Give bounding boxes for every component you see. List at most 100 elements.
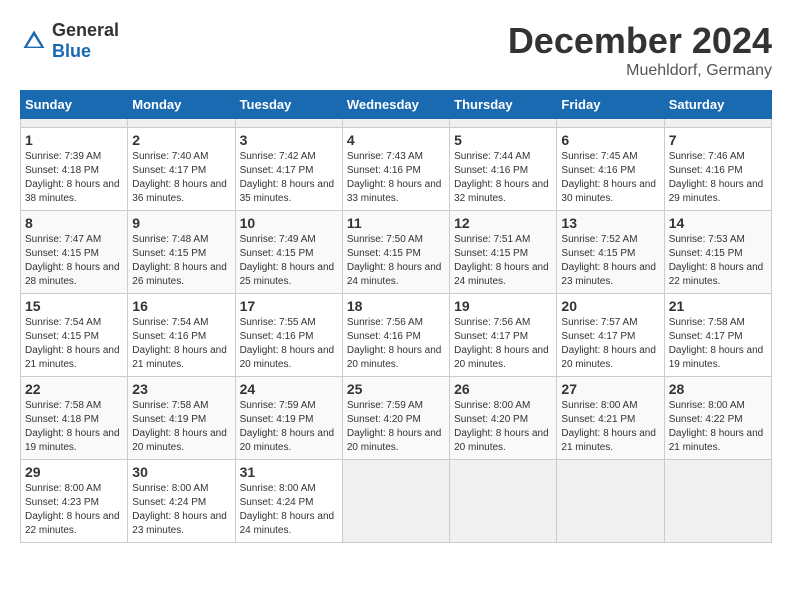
calendar-header: SundayMondayTuesdayWednesdayThursdayFrid…	[21, 91, 772, 119]
day-cell: 5Sunrise: 7:44 AM Sunset: 4:16 PM Daylig…	[450, 128, 557, 211]
day-cell: 19Sunrise: 7:56 AM Sunset: 4:17 PM Dayli…	[450, 294, 557, 377]
day-info: Sunrise: 8:00 AM Sunset: 4:20 PM Dayligh…	[454, 399, 552, 455]
day-info: Sunrise: 7:43 AM Sunset: 4:16 PM Dayligh…	[347, 150, 445, 206]
day-number: 23	[132, 381, 230, 397]
day-info: Sunrise: 7:56 AM Sunset: 4:16 PM Dayligh…	[347, 316, 445, 372]
logo-icon	[20, 27, 48, 55]
week-row-5: 29 Sunrise: 8:00 AM Sunset: 4:23 PM Dayli…	[21, 460, 772, 543]
day-number: 18	[347, 298, 445, 314]
day-number: 19	[454, 298, 552, 314]
day-cell: 13Sunrise: 7:52 AM Sunset: 4:15 PM Dayli…	[557, 211, 664, 294]
month-title: December 2024	[508, 20, 772, 62]
day-number: 17	[240, 298, 338, 314]
day-number: 24	[240, 381, 338, 397]
day-number: 7	[669, 132, 767, 148]
day-cell: 30 Sunrise: 8:00 AM Sunset: 4:24 PM Dayli…	[128, 460, 235, 543]
day-cell: 29 Sunrise: 8:00 AM Sunset: 4:23 PM Dayli…	[21, 460, 128, 543]
col-header-thursday: Thursday	[450, 91, 557, 119]
page-header: General Blue December 2024 Muehldorf, Ge…	[20, 20, 772, 80]
day-number: 15	[25, 298, 123, 314]
day-info: Sunrise: 8:00 AM Sunset: 4:24 PM Dayligh…	[240, 482, 338, 538]
day-number: 1	[25, 132, 123, 148]
day-cell	[557, 460, 664, 543]
day-cell: 10Sunrise: 7:49 AM Sunset: 4:15 PM Dayli…	[235, 211, 342, 294]
day-info: Sunrise: 7:59 AM Sunset: 4:19 PM Dayligh…	[240, 399, 338, 455]
day-cell: 2 Sunrise: 7:40 AM Sunset: 4:17 PM Daylig…	[128, 128, 235, 211]
day-info: Sunrise: 7:58 AM Sunset: 4:17 PM Dayligh…	[669, 316, 767, 372]
day-cell: 18 Sunrise: 7:56 AM Sunset: 4:16 PM Dayli…	[342, 294, 449, 377]
day-cell: 21 Sunrise: 7:58 AM Sunset: 4:17 PM Dayli…	[664, 294, 771, 377]
day-cell: 14 Sunrise: 7:53 AM Sunset: 4:15 PM Dayli…	[664, 211, 771, 294]
day-number: 29	[25, 464, 123, 480]
day-number: 8	[25, 215, 123, 231]
week-row-0	[21, 119, 772, 128]
day-info: Sunrise: 8:00 AM Sunset: 4:22 PM Dayligh…	[669, 399, 767, 455]
day-cell	[235, 119, 342, 128]
day-info: Sunrise: 7:42 AM Sunset: 4:17 PM Dayligh…	[240, 150, 338, 206]
day-number: 4	[347, 132, 445, 148]
day-cell: 24 Sunrise: 7:59 AM Sunset: 4:19 PM Dayli…	[235, 377, 342, 460]
day-info: Sunrise: 8:00 AM Sunset: 4:24 PM Dayligh…	[132, 482, 230, 538]
day-info: Sunrise: 7:45 AM Sunset: 4:16 PM Dayligh…	[561, 150, 659, 206]
calendar-table: SundayMondayTuesdayWednesdayThursdayFrid…	[20, 90, 772, 543]
week-row-4: 22Sunrise: 7:58 AM Sunset: 4:18 PM Dayli…	[21, 377, 772, 460]
day-cell: 3 Sunrise: 7:42 AM Sunset: 4:17 PM Daylig…	[235, 128, 342, 211]
day-info: Sunrise: 7:40 AM Sunset: 4:17 PM Dayligh…	[132, 150, 230, 206]
day-number: 9	[132, 215, 230, 231]
day-cell	[664, 460, 771, 543]
day-number: 14	[669, 215, 767, 231]
col-header-friday: Friday	[557, 91, 664, 119]
location: Muehldorf, Germany	[508, 62, 772, 80]
day-number: 28	[669, 381, 767, 397]
col-header-wednesday: Wednesday	[342, 91, 449, 119]
day-cell: 27Sunrise: 8:00 AM Sunset: 4:21 PM Dayli…	[557, 377, 664, 460]
day-cell: 26 Sunrise: 8:00 AM Sunset: 4:20 PM Dayli…	[450, 377, 557, 460]
day-info: Sunrise: 7:55 AM Sunset: 4:16 PM Dayligh…	[240, 316, 338, 372]
day-cell: 6Sunrise: 7:45 AM Sunset: 4:16 PM Daylig…	[557, 128, 664, 211]
logo-blue: Blue	[52, 41, 91, 61]
day-info: Sunrise: 8:00 AM Sunset: 4:21 PM Dayligh…	[561, 399, 659, 455]
day-cell: 12Sunrise: 7:51 AM Sunset: 4:15 PM Dayli…	[450, 211, 557, 294]
calendar-body: 1Sunrise: 7:39 AM Sunset: 4:18 PM Daylig…	[21, 119, 772, 543]
col-header-sunday: Sunday	[21, 91, 128, 119]
day-number: 16	[132, 298, 230, 314]
header-row: SundayMondayTuesdayWednesdayThursdayFrid…	[21, 91, 772, 119]
day-number: 5	[454, 132, 552, 148]
day-info: Sunrise: 7:48 AM Sunset: 4:15 PM Dayligh…	[132, 233, 230, 289]
col-header-monday: Monday	[128, 91, 235, 119]
day-number: 2	[132, 132, 230, 148]
day-info: Sunrise: 8:00 AM Sunset: 4:23 PM Dayligh…	[25, 482, 123, 538]
day-number: 22	[25, 381, 123, 397]
day-cell	[342, 119, 449, 128]
day-cell	[21, 119, 128, 128]
day-cell	[557, 119, 664, 128]
day-cell: 11 Sunrise: 7:50 AM Sunset: 4:15 PM Dayli…	[342, 211, 449, 294]
week-row-1: 1Sunrise: 7:39 AM Sunset: 4:18 PM Daylig…	[21, 128, 772, 211]
day-number: 21	[669, 298, 767, 314]
day-info: Sunrise: 7:57 AM Sunset: 4:17 PM Dayligh…	[561, 316, 659, 372]
day-info: Sunrise: 7:47 AM Sunset: 4:15 PM Dayligh…	[25, 233, 123, 289]
day-info: Sunrise: 7:50 AM Sunset: 4:15 PM Dayligh…	[347, 233, 445, 289]
day-info: Sunrise: 7:59 AM Sunset: 4:20 PM Dayligh…	[347, 399, 445, 455]
day-cell: 28 Sunrise: 8:00 AM Sunset: 4:22 PM Dayli…	[664, 377, 771, 460]
day-cell: 8 Sunrise: 7:47 AM Sunset: 4:15 PM Daylig…	[21, 211, 128, 294]
title-block: December 2024 Muehldorf, Germany	[508, 20, 772, 80]
day-number: 13	[561, 215, 659, 231]
day-number: 25	[347, 381, 445, 397]
day-cell: 25 Sunrise: 7:59 AM Sunset: 4:20 PM Dayli…	[342, 377, 449, 460]
day-number: 3	[240, 132, 338, 148]
logo-general: General	[52, 20, 119, 40]
day-number: 11	[347, 215, 445, 231]
day-cell: 9 Sunrise: 7:48 AM Sunset: 4:15 PM Daylig…	[128, 211, 235, 294]
day-cell: 31Sunrise: 8:00 AM Sunset: 4:24 PM Dayli…	[235, 460, 342, 543]
week-row-3: 15Sunrise: 7:54 AM Sunset: 4:15 PM Dayli…	[21, 294, 772, 377]
day-number: 30	[132, 464, 230, 480]
day-number: 20	[561, 298, 659, 314]
col-header-tuesday: Tuesday	[235, 91, 342, 119]
day-cell	[342, 460, 449, 543]
day-info: Sunrise: 7:58 AM Sunset: 4:19 PM Dayligh…	[132, 399, 230, 455]
day-info: Sunrise: 7:51 AM Sunset: 4:15 PM Dayligh…	[454, 233, 552, 289]
day-cell: 4 Sunrise: 7:43 AM Sunset: 4:16 PM Daylig…	[342, 128, 449, 211]
day-number: 26	[454, 381, 552, 397]
day-info: Sunrise: 7:53 AM Sunset: 4:15 PM Dayligh…	[669, 233, 767, 289]
